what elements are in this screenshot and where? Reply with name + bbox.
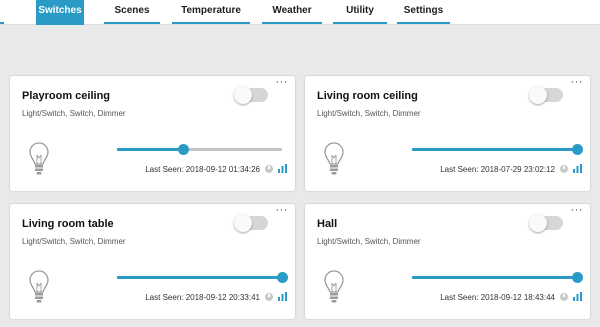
lightbulb-icon — [324, 270, 344, 303]
power-toggle[interactable] — [234, 86, 268, 104]
device-type: Light/Switch, Switch, Dimmer — [22, 237, 126, 246]
bar-chart-icon[interactable] — [573, 164, 582, 173]
slider-thumb[interactable] — [178, 144, 189, 155]
dimmer-slider[interactable] — [412, 143, 583, 155]
device-name: Playroom ceiling — [22, 90, 111, 102]
tab-weather[interactable]: Weather — [262, 0, 322, 25]
clock-icon — [560, 165, 568, 173]
slider-fill — [412, 276, 577, 279]
lightbulb-icon — [324, 142, 344, 175]
device-card: ··· Living room ceiling Light/Switch, Sw… — [305, 76, 590, 191]
toggle-knob[interactable] — [234, 214, 252, 232]
slider-fill — [412, 148, 577, 151]
dimmer-slider[interactable] — [117, 271, 288, 283]
clock-icon — [560, 293, 568, 301]
toggle-knob[interactable] — [234, 86, 252, 104]
card-menu-button[interactable]: ··· — [276, 77, 289, 88]
device-card: ··· Hall Light/Switch, Switch, Dimmer La… — [305, 204, 590, 319]
dimmer-slider[interactable] — [117, 143, 282, 155]
device-type: Light/Switch, Switch, Dimmer — [22, 109, 126, 118]
toggle-knob[interactable] — [529, 214, 547, 232]
card-menu-button[interactable]: ··· — [276, 205, 289, 216]
card-menu-button[interactable]: ··· — [571, 77, 584, 88]
lightbulb-icon — [29, 142, 49, 175]
lightbulb-icon — [29, 270, 49, 303]
tab-scenes[interactable]: Scenes — [104, 0, 160, 25]
tab-utility[interactable]: Utility — [333, 0, 387, 25]
slider-thumb[interactable] — [572, 144, 583, 155]
bar-chart-icon[interactable] — [278, 164, 287, 173]
tab-switches[interactable]: Switches — [36, 0, 84, 25]
tab-temperature[interactable]: Temperature — [172, 0, 250, 25]
slider-thumb[interactable] — [277, 272, 288, 283]
device-card: ··· Playroom ceiling Light/Switch, Switc… — [10, 76, 295, 191]
last-seen-text: Last Seen: 2018-09-12 20:33:41 — [145, 293, 260, 302]
device-card: ··· Living room table Light/Switch, Swit… — [10, 204, 295, 319]
slider-thumb[interactable] — [572, 272, 583, 283]
card-menu-button[interactable]: ··· — [571, 205, 584, 216]
clock-icon — [265, 165, 273, 173]
device-type: Light/Switch, Switch, Dimmer — [317, 109, 421, 118]
tab-settings[interactable]: Settings — [397, 0, 450, 25]
tab-home[interactable] — [0, 0, 4, 25]
slider-fill — [117, 276, 282, 279]
bar-chart-icon[interactable] — [278, 292, 287, 301]
device-name: Living room table — [22, 218, 114, 230]
top-navigation-bar: Switches Scenes Temperature Weather Util… — [0, 0, 600, 25]
device-name: Living room ceiling — [317, 90, 418, 102]
dimmer-slider[interactable] — [412, 271, 583, 283]
last-seen-text: Last Seen: 2018-09-12 01:34:26 — [145, 165, 260, 174]
toggle-knob[interactable] — [529, 86, 547, 104]
last-seen-text: Last Seen: 2018-07-29 23:02:12 — [440, 165, 555, 174]
power-toggle[interactable] — [234, 214, 268, 232]
device-name: Hall — [317, 218, 338, 230]
power-toggle[interactable] — [529, 86, 563, 104]
bar-chart-icon[interactable] — [573, 292, 582, 301]
last-seen-text: Last Seen: 2018-09-12 18:43:44 — [440, 293, 555, 302]
power-toggle[interactable] — [529, 214, 563, 232]
device-type: Light/Switch, Switch, Dimmer — [317, 237, 421, 246]
clock-icon — [265, 293, 273, 301]
slider-fill — [117, 148, 183, 151]
